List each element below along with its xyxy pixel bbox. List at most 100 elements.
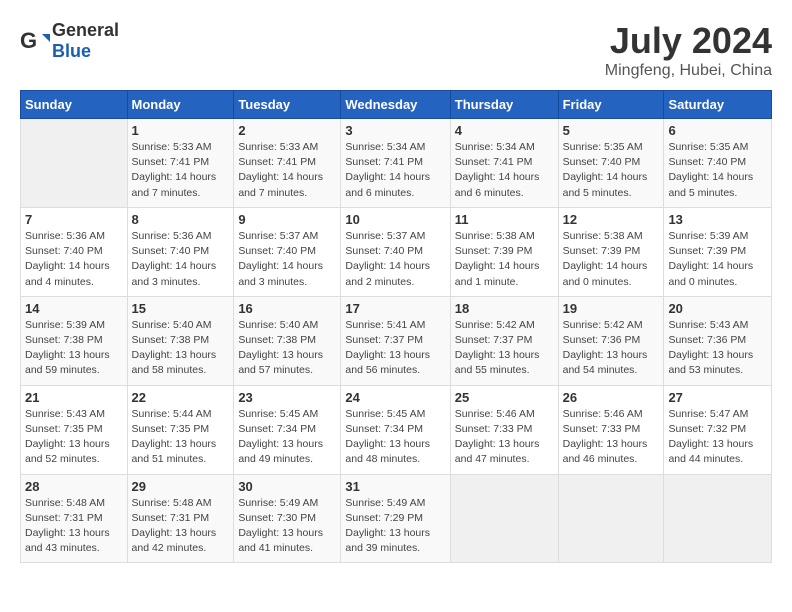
day-number: 7 xyxy=(25,212,123,227)
calendar-cell: 9 Sunrise: 5:37 AM Sunset: 7:40 PM Daylig… xyxy=(234,207,341,296)
day-info: Sunrise: 5:49 AM Sunset: 7:30 PM Dayligh… xyxy=(238,496,336,557)
day-info: Sunrise: 5:48 AM Sunset: 7:31 PM Dayligh… xyxy=(132,496,230,557)
calendar-cell: 2 Sunrise: 5:33 AM Sunset: 7:41 PM Daylig… xyxy=(234,119,341,208)
calendar-cell: 30 Sunrise: 5:49 AM Sunset: 7:30 PM Dayli… xyxy=(234,474,341,563)
day-number: 13 xyxy=(668,212,767,227)
col-thursday: Thursday xyxy=(450,91,558,119)
calendar-cell: 16 Sunrise: 5:40 AM Sunset: 7:38 PM Dayli… xyxy=(234,296,341,385)
day-number: 29 xyxy=(132,479,230,494)
calendar-cell: 29 Sunrise: 5:48 AM Sunset: 7:31 PM Dayli… xyxy=(127,474,234,563)
day-info: Sunrise: 5:45 AM Sunset: 7:34 PM Dayligh… xyxy=(238,407,336,468)
day-number: 28 xyxy=(25,479,123,494)
calendar-week-row: 1 Sunrise: 5:33 AM Sunset: 7:41 PM Daylig… xyxy=(21,119,772,208)
logo-text: General Blue xyxy=(52,20,119,62)
svg-text:G: G xyxy=(20,28,37,53)
day-info: Sunrise: 5:34 AM Sunset: 7:41 PM Dayligh… xyxy=(455,140,554,201)
day-info: Sunrise: 5:33 AM Sunset: 7:41 PM Dayligh… xyxy=(238,140,336,201)
calendar-cell: 19Sunrise: 5:42 AM Sunset: 7:36 PM Dayli… xyxy=(558,296,664,385)
day-number: 2 xyxy=(238,123,336,138)
calendar-title: July 2024 xyxy=(605,20,772,62)
day-info: Sunrise: 5:35 AM Sunset: 7:40 PM Dayligh… xyxy=(563,140,660,201)
day-number: 10 xyxy=(345,212,445,227)
calendar-cell: 21 Sunrise: 5:43 AM Sunset: 7:35 PM Dayli… xyxy=(21,385,128,474)
calendar-cell: 25 Sunrise: 5:46 AM Sunset: 7:33 PM Dayli… xyxy=(450,385,558,474)
day-number: 24 xyxy=(345,390,445,405)
day-info: Sunrise: 5:41 AM Sunset: 7:37 PM Dayligh… xyxy=(345,318,445,379)
day-number: 20 xyxy=(668,301,767,316)
day-info: Sunrise: 5:37 AM Sunset: 7:40 PM Dayligh… xyxy=(345,229,445,290)
day-number: 16 xyxy=(238,301,336,316)
calendar-cell xyxy=(21,119,128,208)
day-number: 18 xyxy=(455,301,554,316)
day-info: Sunrise: 5:35 AM Sunset: 7:40 PM Dayligh… xyxy=(668,140,767,201)
day-number: 14 xyxy=(25,301,123,316)
calendar-cell: 26Sunrise: 5:46 AM Sunset: 7:33 PM Dayli… xyxy=(558,385,664,474)
day-number: 3 xyxy=(345,123,445,138)
col-tuesday: Tuesday xyxy=(234,91,341,119)
day-info: Sunrise: 5:44 AM Sunset: 7:35 PM Dayligh… xyxy=(132,407,230,468)
title-block: July 2024 Mingfeng, Hubei, China xyxy=(605,20,772,80)
calendar-cell: 10 Sunrise: 5:37 AM Sunset: 7:40 PM Dayli… xyxy=(341,207,450,296)
day-info: Sunrise: 5:39 AM Sunset: 7:39 PM Dayligh… xyxy=(668,229,767,290)
day-info: Sunrise: 5:34 AM Sunset: 7:41 PM Dayligh… xyxy=(345,140,445,201)
calendar-cell: 8Sunrise: 5:36 AM Sunset: 7:40 PM Daylig… xyxy=(127,207,234,296)
day-info: Sunrise: 5:48 AM Sunset: 7:31 PM Dayligh… xyxy=(25,496,123,557)
col-sunday: Sunday xyxy=(21,91,128,119)
day-info: Sunrise: 5:33 AM Sunset: 7:41 PM Dayligh… xyxy=(132,140,230,201)
day-info: Sunrise: 5:43 AM Sunset: 7:36 PM Dayligh… xyxy=(668,318,767,379)
logo-blue: Blue xyxy=(52,41,91,61)
day-info: Sunrise: 5:46 AM Sunset: 7:33 PM Dayligh… xyxy=(455,407,554,468)
col-monday: Monday xyxy=(127,91,234,119)
col-saturday: Saturday xyxy=(664,91,772,119)
day-number: 21 xyxy=(25,390,123,405)
day-info: Sunrise: 5:43 AM Sunset: 7:35 PM Dayligh… xyxy=(25,407,123,468)
day-number: 26 xyxy=(563,390,660,405)
day-number: 12 xyxy=(563,212,660,227)
calendar-cell: 27 Sunrise: 5:47 AM Sunset: 7:32 PM Dayli… xyxy=(664,385,772,474)
day-number: 22 xyxy=(132,390,230,405)
day-number: 30 xyxy=(238,479,336,494)
day-number: 27 xyxy=(668,390,767,405)
day-info: Sunrise: 5:39 AM Sunset: 7:38 PM Dayligh… xyxy=(25,318,123,379)
logo-icon: G xyxy=(20,26,50,56)
calendar-cell: 23Sunrise: 5:45 AM Sunset: 7:34 PM Dayli… xyxy=(234,385,341,474)
calendar-cell: 1 Sunrise: 5:33 AM Sunset: 7:41 PM Daylig… xyxy=(127,119,234,208)
day-info: Sunrise: 5:38 AM Sunset: 7:39 PM Dayligh… xyxy=(455,229,554,290)
calendar-cell: 7Sunrise: 5:36 AM Sunset: 7:40 PM Daylig… xyxy=(21,207,128,296)
calendar-cell: 24Sunrise: 5:45 AM Sunset: 7:34 PM Dayli… xyxy=(341,385,450,474)
calendar-week-row: 14 Sunrise: 5:39 AM Sunset: 7:38 PM Dayli… xyxy=(21,296,772,385)
calendar-cell: 12Sunrise: 5:38 AM Sunset: 7:39 PM Dayli… xyxy=(558,207,664,296)
day-number: 17 xyxy=(345,301,445,316)
day-number: 9 xyxy=(238,212,336,227)
calendar-header-row: Sunday Monday Tuesday Wednesday Thursday… xyxy=(21,91,772,119)
calendar-cell xyxy=(558,474,664,563)
calendar-cell: 17 Sunrise: 5:41 AM Sunset: 7:37 PM Dayli… xyxy=(341,296,450,385)
logo-general: General xyxy=(52,20,119,40)
day-info: Sunrise: 5:37 AM Sunset: 7:40 PM Dayligh… xyxy=(238,229,336,290)
page-header: G General Blue July 2024 Mingfeng, Hubei… xyxy=(20,20,772,80)
day-info: Sunrise: 5:42 AM Sunset: 7:36 PM Dayligh… xyxy=(563,318,660,379)
day-number: 5 xyxy=(563,123,660,138)
day-number: 31 xyxy=(345,479,445,494)
calendar-cell: 31 Sunrise: 5:49 AM Sunset: 7:29 PM Dayli… xyxy=(341,474,450,563)
day-info: Sunrise: 5:49 AM Sunset: 7:29 PM Dayligh… xyxy=(345,496,445,557)
day-info: Sunrise: 5:36 AM Sunset: 7:40 PM Dayligh… xyxy=(132,229,230,290)
calendar-cell: 4 Sunrise: 5:34 AM Sunset: 7:41 PM Daylig… xyxy=(450,119,558,208)
day-number: 4 xyxy=(455,123,554,138)
calendar-cell: 6Sunrise: 5:35 AM Sunset: 7:40 PM Daylig… xyxy=(664,119,772,208)
day-info: Sunrise: 5:47 AM Sunset: 7:32 PM Dayligh… xyxy=(668,407,767,468)
day-info: Sunrise: 5:42 AM Sunset: 7:37 PM Dayligh… xyxy=(455,318,554,379)
day-number: 1 xyxy=(132,123,230,138)
calendar-cell: 22 Sunrise: 5:44 AM Sunset: 7:35 PM Dayli… xyxy=(127,385,234,474)
calendar-cell: 5 Sunrise: 5:35 AM Sunset: 7:40 PM Daylig… xyxy=(558,119,664,208)
day-number: 25 xyxy=(455,390,554,405)
calendar-cell: 11Sunrise: 5:38 AM Sunset: 7:39 PM Dayli… xyxy=(450,207,558,296)
day-number: 15 xyxy=(132,301,230,316)
day-info: Sunrise: 5:40 AM Sunset: 7:38 PM Dayligh… xyxy=(238,318,336,379)
day-info: Sunrise: 5:40 AM Sunset: 7:38 PM Dayligh… xyxy=(132,318,230,379)
calendar-week-row: 21 Sunrise: 5:43 AM Sunset: 7:35 PM Dayli… xyxy=(21,385,772,474)
calendar-cell: 15 Sunrise: 5:40 AM Sunset: 7:38 PM Dayli… xyxy=(127,296,234,385)
calendar-cell: 28 Sunrise: 5:48 AM Sunset: 7:31 PM Dayli… xyxy=(21,474,128,563)
col-friday: Friday xyxy=(558,91,664,119)
logo: G General Blue xyxy=(20,20,119,62)
